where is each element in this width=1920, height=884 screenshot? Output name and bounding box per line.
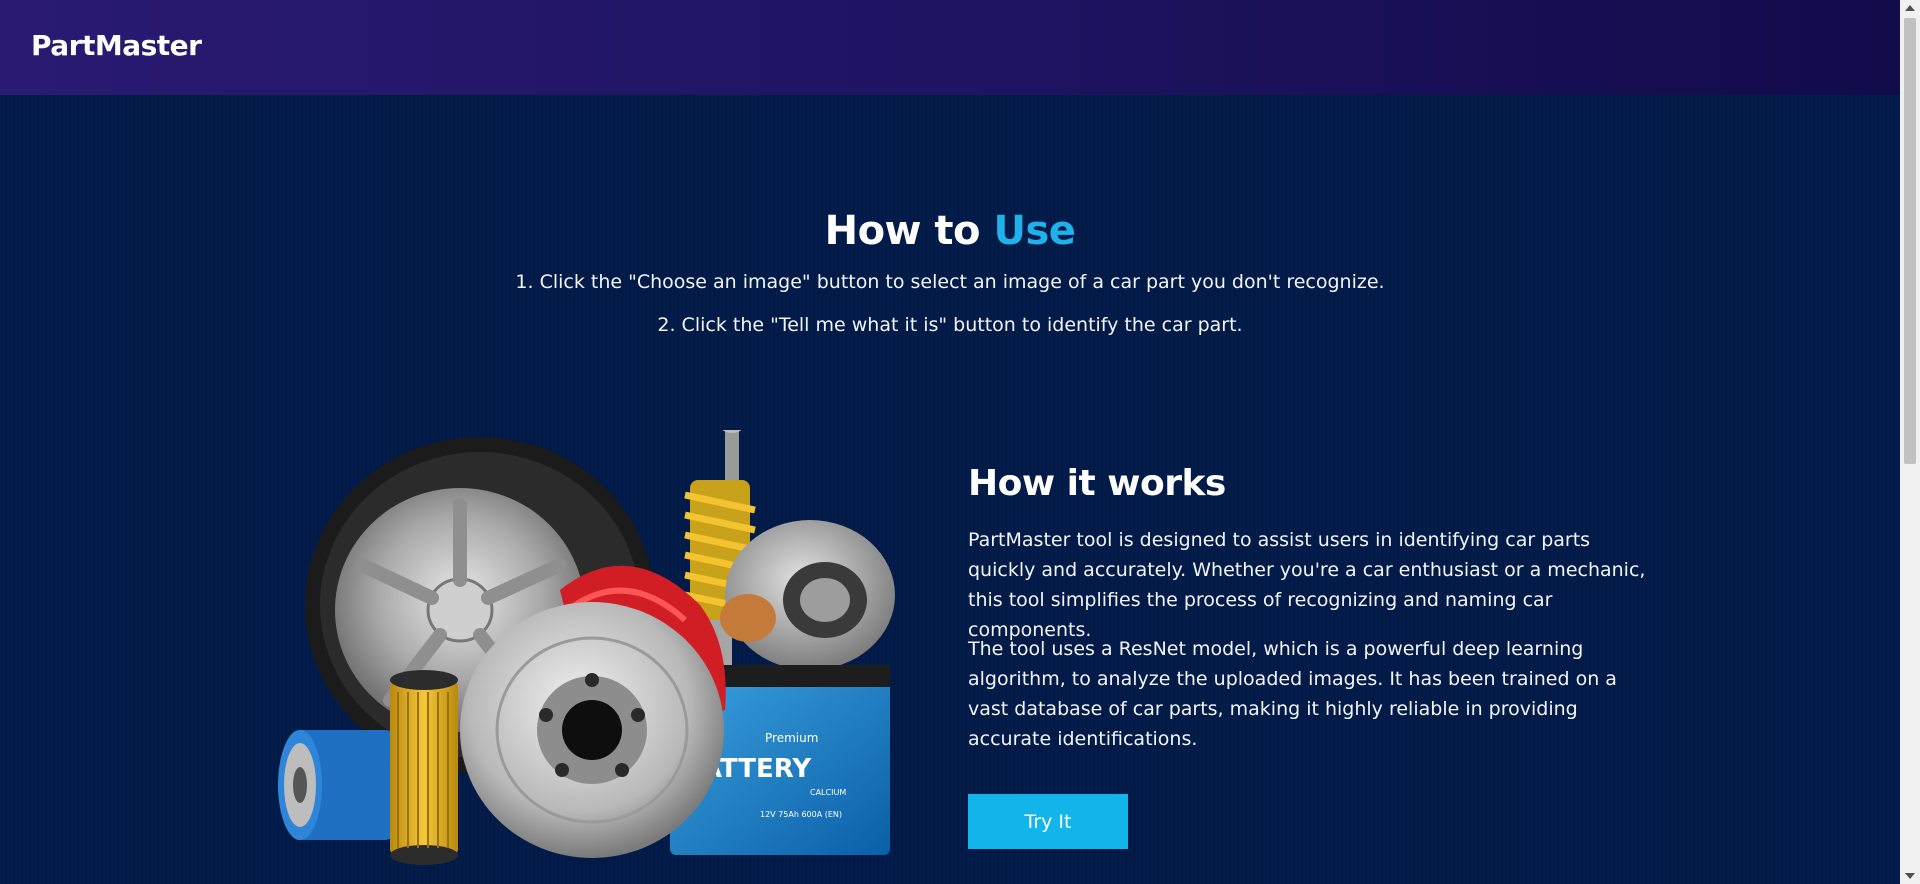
oil-filter-icon <box>278 730 395 840</box>
vertical-scrollbar[interactable] <box>1900 0 1920 884</box>
scroll-down-arrow-icon[interactable] <box>1905 873 1915 879</box>
instruction-step-1: 1. Click the "Choose an image" button to… <box>515 271 1385 293</box>
brand-logo[interactable]: PartMaster <box>31 29 202 62</box>
instruction-step-2: 2. Click the "Tell me what it is" button… <box>657 314 1243 336</box>
battery-brand: Premium <box>765 731 818 745</box>
battery-sub: CALCIUM <box>810 788 846 797</box>
how-to-use-title: How to Use <box>0 208 1900 254</box>
top-navbar: PartMaster <box>0 0 1900 95</box>
try-it-button[interactable]: Try It <box>968 794 1128 849</box>
battery-spec: 12V 75Ah 600A (EN) <box>760 810 842 819</box>
how-to-title-main: How to <box>824 208 994 254</box>
fuel-filter-icon <box>390 670 458 865</box>
how-it-works-title: How it works <box>968 463 1226 504</box>
description-paragraph-1: PartMaster tool is designed to assist us… <box>968 529 1646 641</box>
description-paragraph-2: The tool uses a ResNet model, which is a… <box>968 638 1617 750</box>
scrollbar-thumb[interactable] <box>1904 18 1916 464</box>
brake-disc-icon <box>460 602 724 858</box>
how-to-title-accent: Use <box>993 208 1076 254</box>
scroll-up-arrow-icon[interactable] <box>1905 5 1915 11</box>
car-parts-image: Premium BATTERY CALCIUM 12V 75Ah 600A (E… <box>278 430 895 865</box>
